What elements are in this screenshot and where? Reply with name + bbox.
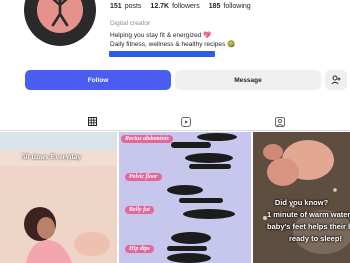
tabs-divider xyxy=(0,130,350,131)
tab-tagged[interactable] xyxy=(222,112,338,131)
tagged-icon xyxy=(275,116,285,127)
post-thumbnail-2[interactable]: Rectus abdominis Pelvic floor Belly fat … xyxy=(119,132,251,263)
post-text-line-3: baby's feet helps their b xyxy=(267,222,350,231)
label-belly-fat: Belly fat xyxy=(125,206,154,214)
posts-grid: 50 times Everyday Rectus abdominis Pelvi… xyxy=(0,132,350,263)
avatar-logo xyxy=(37,0,83,33)
post-text-line-2: 1 minute of warm water xyxy=(267,210,350,219)
post-text-line-1: Did you know? xyxy=(274,198,329,207)
add-person-icon xyxy=(331,75,341,85)
profile-stats: 151 posts 12.7K followers 185 following xyxy=(110,3,251,10)
post-text-line-4: ready to sleep! xyxy=(289,234,342,243)
follow-button[interactable]: Follow xyxy=(25,70,171,90)
grid-icon xyxy=(87,117,97,126)
label-hip-dips: Hip dips xyxy=(125,245,154,253)
message-button[interactable]: Message xyxy=(175,70,321,90)
stat-posts[interactable]: 151 posts xyxy=(110,3,141,10)
stat-followers[interactable]: 12.7K followers xyxy=(150,3,199,10)
post-thumbnail-1[interactable]: 50 times Everyday xyxy=(0,132,117,263)
label-rectus-abdominis: Rectus abdominis xyxy=(121,135,173,143)
add-friend-button[interactable] xyxy=(325,70,347,90)
yoga-figure-icon xyxy=(51,0,69,27)
reels-icon xyxy=(181,116,191,127)
bio-line-1: Helping you stay fit & energized 💖 xyxy=(110,32,212,39)
profile-category: Digital creator xyxy=(110,20,151,27)
bio-line-2: Daily fitness, wellness & healthy recipe… xyxy=(110,41,236,48)
post-caption: 50 times Everyday xyxy=(22,152,82,161)
bio-link-redacted[interactable] xyxy=(109,51,215,57)
stat-following[interactable]: 185 following xyxy=(209,3,251,10)
label-pelvic-floor: Pelvic floor xyxy=(125,173,162,181)
exercise-poses-illustration xyxy=(167,133,237,263)
profile-avatar[interactable] xyxy=(24,0,96,46)
post-thumbnail-3[interactable]: Did you know? 1 minute of warm water bab… xyxy=(253,132,350,263)
